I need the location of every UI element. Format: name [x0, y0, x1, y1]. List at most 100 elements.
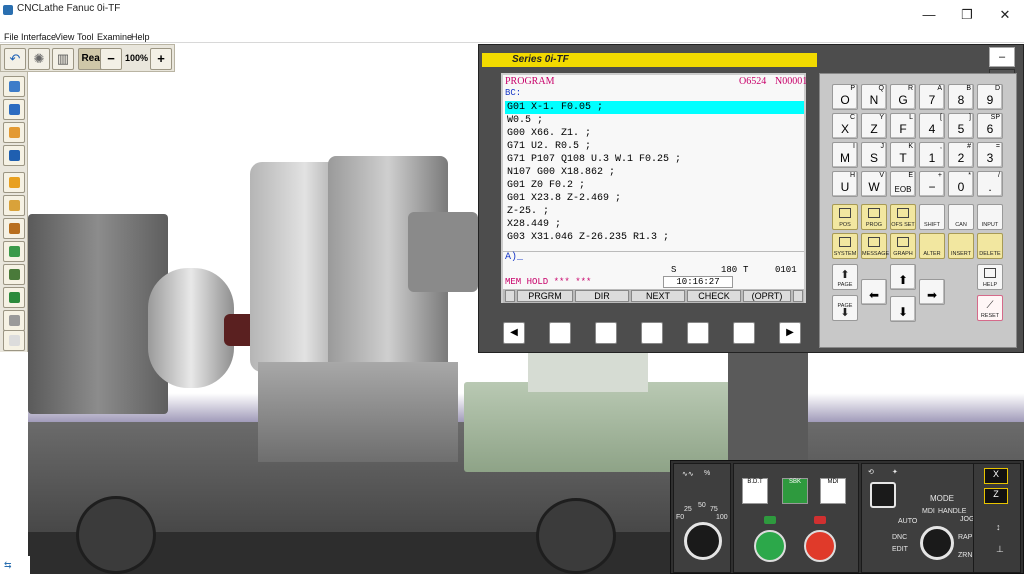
key-6[interactable]: 6 SP: [977, 113, 1003, 139]
tool-icon[interactable]: [3, 218, 25, 239]
cursor-left-icon[interactable]: ⬅: [861, 279, 887, 305]
code-line[interactable]: G71 U2. R0.5 ;: [505, 140, 804, 153]
code-line[interactable]: G01 X23.8 Z-2.469 ;: [505, 192, 804, 205]
graph-icon[interactable]: [3, 310, 25, 331]
key-u[interactable]: UH: [832, 171, 858, 197]
key-9[interactable]: 9D: [977, 84, 1003, 110]
key-7[interactable]: 7A: [919, 84, 945, 110]
axis-icon[interactable]: [3, 287, 25, 308]
panel-minimize-icon[interactable]: –: [989, 47, 1015, 67]
zoom-in-button[interactable]: +: [150, 48, 172, 70]
code-line[interactable]: G00 X66. Z1. ;: [505, 127, 804, 140]
program-listing[interactable]: G01 X-1. F0.05 ; W0.5 ; G00 X66. Z1. ; G…: [505, 101, 804, 244]
menu-interface[interactable]: Interface: [21, 31, 56, 43]
key-minus[interactable]: − +: [919, 171, 945, 197]
next-page-icon[interactable]: ▶: [779, 322, 801, 344]
softkey-dir[interactable]: DIR: [575, 290, 629, 302]
key-page-down[interactable]: PAGE ⬇: [832, 295, 858, 321]
mdi-button[interactable]: MDI: [820, 478, 846, 504]
view-side-icon[interactable]: [3, 99, 25, 120]
cursor-up-icon[interactable]: ⬆: [890, 264, 916, 290]
key-2[interactable]: 2 #: [948, 142, 974, 168]
code-line[interactable]: G01 X-1. F0.05 ;: [505, 101, 804, 114]
key-input[interactable]: INPUT: [977, 204, 1003, 230]
softkey-left-icon[interactable]: [505, 290, 515, 302]
z-axis-button[interactable]: Z: [984, 488, 1008, 504]
key-delete[interactable]: DELETE: [977, 233, 1003, 259]
cycle-start-button[interactable]: [754, 530, 786, 562]
key-shift[interactable]: SHIFT: [919, 204, 945, 230]
measure-icon[interactable]: [3, 241, 25, 262]
code-line[interactable]: G01 Z0 F0.2 ;: [505, 179, 804, 192]
zoom-out-button[interactable]: −: [100, 48, 122, 70]
code-line[interactable]: N107 G00 X18.862 ;: [505, 166, 804, 179]
view-front-icon[interactable]: [3, 76, 25, 97]
key-reset[interactable]: ⟋ RESET: [977, 295, 1003, 321]
key-eob[interactable]: EOB E: [890, 171, 916, 197]
cursor-right-icon[interactable]: ➡: [919, 279, 945, 305]
block-delete-button[interactable]: B.D.T: [742, 478, 768, 504]
softkey-right-icon[interactable]: [793, 290, 803, 302]
prev-page-icon[interactable]: ◀: [503, 322, 525, 344]
key-system[interactable]: SYSTEM: [832, 233, 858, 259]
undo-icon[interactable]: ↶: [4, 48, 26, 70]
menu-tool[interactable]: Tool: [77, 31, 94, 43]
key-8[interactable]: 8B: [948, 84, 974, 110]
key-can[interactable]: CAN: [948, 204, 974, 230]
softkey-button-5[interactable]: [733, 322, 755, 344]
view-iso-icon[interactable]: [3, 122, 25, 143]
key-t[interactable]: TK: [890, 142, 916, 168]
menu-examine[interactable]: Examine: [97, 31, 132, 43]
key-pos[interactable]: POS: [832, 204, 858, 230]
key-z[interactable]: ZY: [861, 113, 887, 139]
single-block-button[interactable]: SBK: [782, 478, 808, 504]
key-3[interactable]: 3 =: [977, 142, 1003, 168]
feed-hold-button[interactable]: [804, 530, 836, 562]
emergency-icon[interactable]: [870, 482, 896, 508]
code-line[interactable]: G71 P107 Q108 U.3 W.1 F0.25 ;: [505, 153, 804, 166]
softkey-button-4[interactable]: [687, 322, 709, 344]
maximize-button[interactable]: ❐: [948, 2, 986, 28]
gear-icon[interactable]: ✺: [28, 48, 50, 70]
key-alter[interactable]: ALTER: [919, 233, 945, 259]
menu-help[interactable]: Help: [131, 31, 150, 43]
code-line[interactable]: X28.449 ;: [505, 218, 804, 231]
menu-file[interactable]: File: [4, 31, 19, 43]
feed-override-dial[interactable]: [684, 522, 722, 560]
key-x[interactable]: XC: [832, 113, 858, 139]
softkey-button-1[interactable]: [549, 322, 571, 344]
key-prog[interactable]: PROG: [861, 204, 887, 230]
key-message[interactable]: MESSAGE: [861, 233, 889, 259]
key-g[interactable]: GR: [890, 84, 916, 110]
code-line[interactable]: G03 X31.046 Z-26.235 R1.3 ;: [505, 231, 804, 244]
minimize-button[interactable]: —: [910, 2, 948, 28]
machine-icon[interactable]: [3, 172, 25, 193]
key-o[interactable]: OP: [832, 84, 858, 110]
softkey-button-2[interactable]: [595, 322, 617, 344]
key-help[interactable]: HELP: [977, 264, 1003, 290]
key-s[interactable]: SJ: [861, 142, 887, 168]
key-w[interactable]: WV: [861, 171, 887, 197]
close-button[interactable]: ✕: [986, 2, 1024, 28]
code-line[interactable]: Z-25. ;: [505, 205, 804, 218]
key-ofs-set[interactable]: OFS SET: [890, 204, 916, 230]
input-line[interactable]: A)_: [503, 251, 804, 264]
cursor-down-icon[interactable]: ⬇: [890, 296, 916, 322]
key-graph[interactable]: GRAPH: [890, 233, 916, 259]
key-m[interactable]: MI: [832, 142, 858, 168]
softkey-next[interactable]: NEXT: [631, 290, 685, 302]
key-0[interactable]: 0 *: [948, 171, 974, 197]
key-f[interactable]: FL: [890, 113, 916, 139]
key-n[interactable]: NQ: [861, 84, 887, 110]
code-line[interactable]: W0.5 ;: [505, 114, 804, 127]
softkey-oprt[interactable]: (OPRT): [743, 290, 791, 302]
key-page-up[interactable]: ⬆ PAGE: [832, 264, 858, 290]
menu-view[interactable]: View: [55, 31, 74, 43]
door-icon[interactable]: ▥: [52, 48, 74, 70]
x-axis-button[interactable]: X: [984, 468, 1008, 484]
softkey-prgrm[interactable]: PRGRM: [517, 290, 573, 302]
blank-icon[interactable]: [3, 330, 25, 351]
softkey-check[interactable]: CHECK: [687, 290, 741, 302]
softkey-button-3[interactable]: [641, 322, 663, 344]
key-4[interactable]: 4[: [919, 113, 945, 139]
